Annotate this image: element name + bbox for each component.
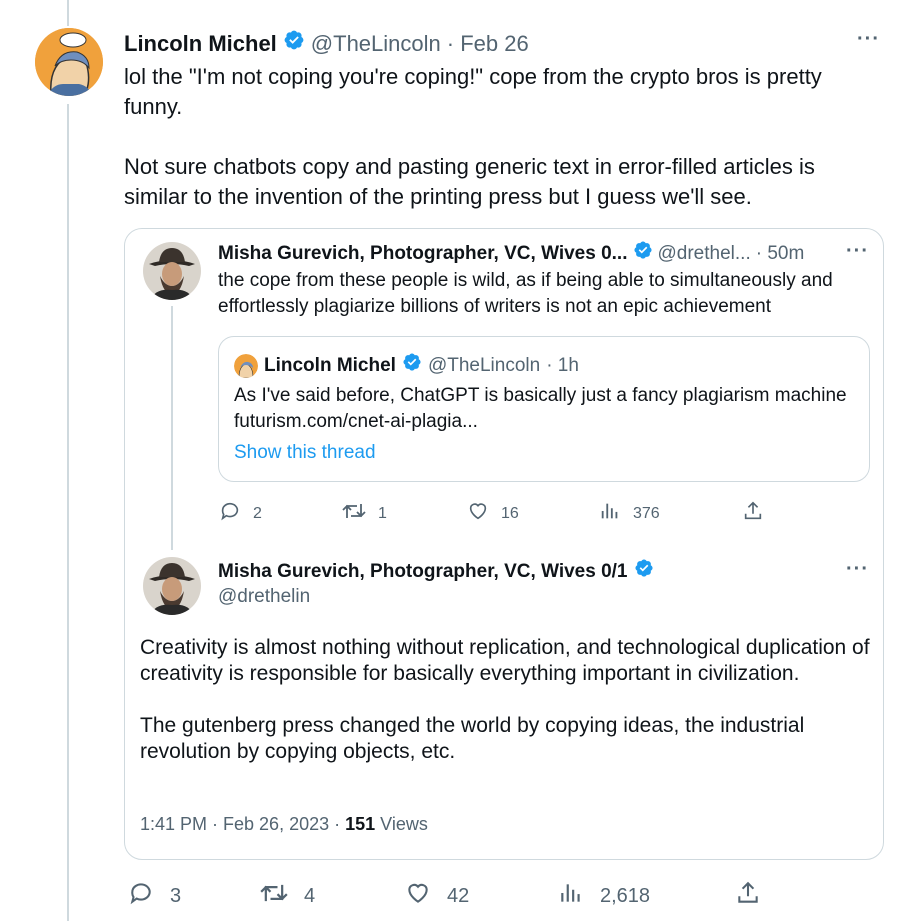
views-icon (599, 500, 621, 527)
like-icon (467, 500, 489, 527)
show-thread-link[interactable]: Show this thread (234, 440, 376, 466)
quoted-tweet-meta: 1:41 PM · Feb 26, 2023 · 151 Views (140, 812, 428, 836)
reply-icon (219, 500, 241, 527)
thread-line (67, 104, 69, 921)
like-action[interactable]: 16 (467, 500, 519, 527)
reply-time[interactable]: · 50m (756, 242, 805, 266)
main-views-count: 2,618 (600, 884, 651, 907)
author-handle[interactable]: @TheLincoln (311, 30, 441, 58)
inner-author-handle: @TheLincoln (427, 354, 541, 376)
reply-action[interactable]: 2 (219, 500, 262, 527)
tweet-text: lol the "I'm not coping you're coping!" … (124, 64, 822, 209)
quoted-views-count: 151 (345, 814, 376, 834)
share-icon (742, 500, 764, 527)
retweet-icon (342, 500, 366, 527)
reply-text: the cope from these people is wild, as i… (218, 270, 833, 317)
views-count: 376 (633, 504, 660, 522)
verified-badge-icon (283, 29, 305, 58)
verified-badge-icon (633, 240, 653, 267)
tweet-header: Lincoln Michel @TheLincoln · Feb 26 (124, 29, 529, 58)
main-retweet-action[interactable]: 4 (260, 880, 315, 912)
reply-count: 2 (253, 504, 262, 522)
quoted-author-name[interactable]: Misha Gurevich, Photographer, VC, Wives … (218, 560, 628, 584)
main-reply-count: 3 (170, 884, 182, 907)
inner-time: · 1h (546, 354, 579, 376)
more-icon[interactable]: ··· (846, 240, 869, 263)
share-action[interactable] (742, 500, 764, 527)
retweet-action[interactable]: 1 (342, 500, 387, 527)
author-name[interactable]: Lincoln Michel (124, 30, 277, 58)
quoted-views-label: Views (375, 814, 428, 834)
reply-author-handle[interactable]: @drethel... (658, 242, 751, 266)
thread-line-top (67, 0, 69, 26)
verified-badge-icon (634, 558, 654, 585)
main-like-action[interactable]: 42 (405, 880, 469, 912)
avatar-lincoln-michel-small (234, 353, 258, 378)
main-share-action[interactable] (735, 880, 761, 912)
reply-thread-line (171, 306, 173, 550)
main-views-action[interactable]: 2,618 (558, 880, 650, 912)
main-retweet-count: 4 (304, 884, 316, 907)
main-reply-action[interactable]: 3 (128, 880, 181, 912)
more-icon[interactable]: ··· (846, 558, 869, 581)
verified-badge-icon (402, 352, 422, 379)
reply-header: Misha Gurevich, Photographer, VC, Wives … (218, 240, 804, 267)
retweet-count: 1 (378, 504, 387, 522)
reply-author-name[interactable]: Misha Gurevich, Photographer, VC, Wives … (218, 242, 628, 266)
inner-quote-header: Lincoln Michel @TheLincoln · 1h (234, 352, 579, 379)
avatar-misha-gurevich[interactable] (143, 242, 201, 300)
quoted-author-handle[interactable]: @drethelin (218, 585, 310, 609)
more-icon[interactable]: ··· (857, 28, 880, 51)
like-count: 16 (501, 504, 519, 522)
share-icon (735, 880, 761, 912)
avatar-misha-gurevich[interactable] (143, 557, 201, 615)
like-icon (405, 880, 431, 912)
views-icon (558, 880, 584, 912)
quoted-tweet-card[interactable] (124, 228, 884, 860)
reply-icon (128, 880, 154, 912)
quoted-timestamp[interactable]: 1:41 PM · Feb 26, 2023 · (140, 814, 345, 834)
quoted-tweet-header: Misha Gurevich, Photographer, VC, Wives … (218, 558, 654, 585)
retweet-icon (260, 880, 288, 912)
quoted-tweet-text: Creativity is almost nothing without rep… (140, 636, 870, 763)
tweet-date[interactable]: · Feb 26 (447, 30, 529, 58)
avatar-lincoln-michel[interactable] (35, 28, 103, 96)
main-like-count: 42 (447, 884, 470, 907)
views-action[interactable]: 376 (599, 500, 660, 527)
inner-author-name: Lincoln Michel (264, 354, 396, 376)
inner-quote-text: As I've said before, ChatGPT is basicall… (234, 385, 847, 432)
